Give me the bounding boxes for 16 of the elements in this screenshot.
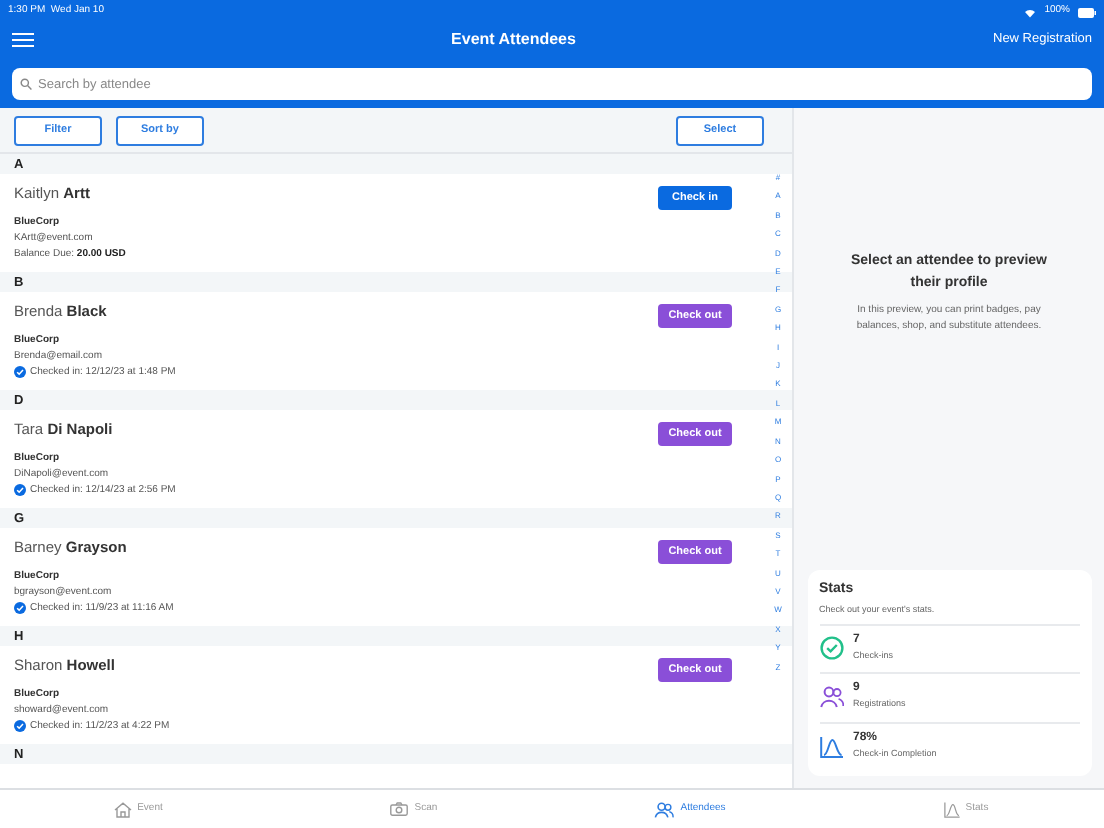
chart-icon — [943, 801, 960, 817]
chart-icon — [819, 735, 843, 758]
home-icon — [113, 801, 132, 817]
check-icon — [14, 366, 26, 379]
people-icon — [654, 801, 675, 817]
people-icon — [819, 686, 843, 709]
camera-icon — [390, 802, 409, 816]
check-icon — [14, 602, 26, 615]
page-title: Event Attendees — [449, 28, 578, 52]
check-circle-icon — [819, 636, 843, 661]
battery-icon — [1078, 7, 1096, 17]
search-icon — [20, 78, 32, 90]
menu-icon[interactable] — [12, 32, 34, 48]
check-icon — [14, 484, 26, 497]
check-icon — [14, 720, 26, 733]
wifi-icon — [1024, 7, 1037, 17]
